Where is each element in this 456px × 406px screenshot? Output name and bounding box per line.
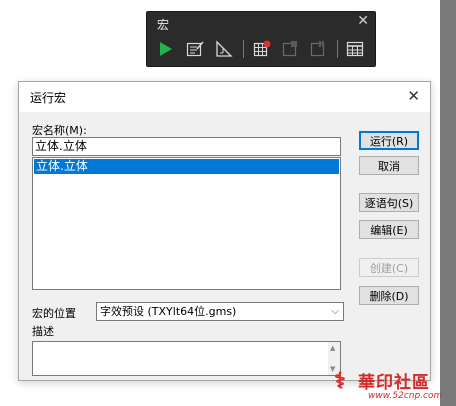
background-window-edge xyxy=(440,0,456,406)
macro-toolbar: 宏 ✕ xyxy=(146,11,376,67)
chevron-down-icon: ⌵ xyxy=(331,306,339,317)
toolbar-separator xyxy=(243,40,244,58)
record-icon[interactable] xyxy=(251,38,273,60)
triangle-ruler-icon[interactable] xyxy=(213,38,235,60)
run-macro-dialog: 运行宏 ✕ 宏名称(M): 立体.立体 立体.立体 运行(R) 取消 逐语句(S… xyxy=(18,81,431,381)
step-into-button[interactable]: 逐语句(S) xyxy=(359,193,419,212)
macro-toolbar-title: 宏 xyxy=(157,18,170,32)
dialog-titlebar[interactable]: 运行宏 ✕ xyxy=(19,82,430,112)
delete-button[interactable]: 删除(D) xyxy=(359,286,419,305)
macro-name-label: 宏名称(M): xyxy=(32,124,87,137)
list-item[interactable]: 立体.立体 xyxy=(34,159,339,174)
create-button[interactable]: 创建(C) xyxy=(359,258,419,277)
stop-icon[interactable] xyxy=(279,38,301,60)
watermark-text: 華印社區 xyxy=(358,373,430,393)
edit-icon[interactable] xyxy=(184,38,206,60)
watermark-logo-icon: ⚕ xyxy=(334,368,346,394)
run-button[interactable]: 运行(R) xyxy=(359,131,419,150)
close-icon[interactable]: ✕ xyxy=(407,87,420,105)
macro-list[interactable]: 立体.立体 xyxy=(32,157,341,290)
description-field[interactable]: ▲ ▼ xyxy=(32,341,341,376)
edit-button[interactable]: 编辑(E) xyxy=(359,220,419,239)
macro-location-value: 字效预设 (TXYlt64位.gms) xyxy=(100,305,237,318)
macro-location-label: 宏的位置 xyxy=(32,307,76,320)
macro-name-input[interactable]: 立体.立体 xyxy=(32,137,341,156)
pause-icon[interactable] xyxy=(307,38,329,60)
run-icon[interactable] xyxy=(155,38,177,60)
toolbar-separator xyxy=(337,40,338,58)
watermark: ⚕ 華印社區 www.52cnp.com xyxy=(328,366,456,406)
close-icon[interactable]: ✕ xyxy=(357,13,369,29)
grid-icon[interactable] xyxy=(344,38,366,60)
cancel-button[interactable]: 取消 xyxy=(359,156,419,175)
scroll-up-icon[interactable]: ▲ xyxy=(330,344,335,352)
dialog-title: 运行宏 xyxy=(30,91,67,105)
description-label: 描述 xyxy=(32,325,54,338)
macro-location-select[interactable]: 字效预设 (TXYlt64位.gms) ⌵ xyxy=(96,302,344,321)
watermark-url: www.52cnp.com xyxy=(368,391,443,401)
